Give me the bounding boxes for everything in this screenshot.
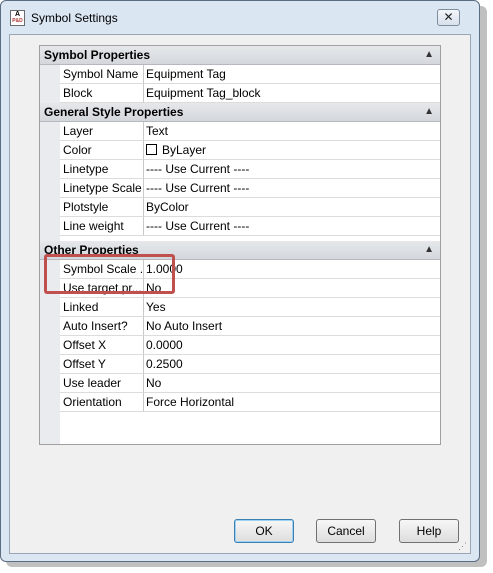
property-name: Color bbox=[60, 141, 144, 160]
dialog-body: Symbol Properties ▲ Symbol Name Equipmen… bbox=[9, 34, 471, 554]
collapse-icon[interactable]: ▲ bbox=[424, 49, 434, 60]
property-value[interactable]: No Auto Insert bbox=[144, 317, 440, 336]
property-name: Linetype Scale bbox=[60, 179, 144, 198]
property-value[interactable]: ByColor bbox=[144, 198, 440, 217]
section-title: Symbol Properties bbox=[44, 48, 151, 62]
highlight-annotation-box bbox=[44, 254, 175, 294]
property-value[interactable]: Force Horizontal bbox=[144, 393, 440, 412]
property-value[interactable]: No bbox=[144, 279, 440, 298]
property-name: Linked bbox=[60, 298, 144, 317]
property-value[interactable]: ---- Use Current ---- bbox=[144, 217, 440, 236]
property-row-line-weight[interactable]: Line weight ---- Use Current ---- bbox=[60, 217, 440, 236]
property-name: Use leader bbox=[60, 374, 144, 393]
ok-button[interactable]: OK bbox=[234, 519, 294, 543]
property-name: Plotstyle bbox=[60, 198, 144, 217]
property-row-linetype[interactable]: Linetype ---- Use Current ---- bbox=[60, 160, 440, 179]
property-name: Auto Insert? bbox=[60, 317, 144, 336]
close-button[interactable]: ✕ bbox=[437, 9, 460, 26]
property-name: Linetype bbox=[60, 160, 144, 179]
property-row-block[interactable]: Block Equipment Tag_block bbox=[60, 84, 440, 103]
property-value[interactable]: 1.0000 bbox=[144, 260, 440, 279]
property-value[interactable]: No bbox=[144, 374, 440, 393]
property-value[interactable]: ---- Use Current ---- bbox=[144, 179, 440, 198]
property-name: Line weight bbox=[60, 217, 144, 236]
property-name: Offset X bbox=[60, 336, 144, 355]
property-value[interactable]: Yes bbox=[144, 298, 440, 317]
app-icon: A P&D bbox=[10, 10, 25, 26]
resize-grip-icon[interactable]: ⋰ bbox=[458, 541, 468, 551]
property-value[interactable]: 0.2500 bbox=[144, 355, 440, 374]
property-value[interactable]: ---- Use Current ---- bbox=[144, 160, 440, 179]
property-row-linked[interactable]: Linked Yes bbox=[60, 298, 440, 317]
property-name: Layer bbox=[60, 122, 144, 141]
section-title: General Style Properties bbox=[44, 105, 184, 119]
cancel-button[interactable]: Cancel bbox=[316, 519, 376, 543]
property-value[interactable]: Text bbox=[144, 122, 440, 141]
property-grid: Symbol Properties ▲ Symbol Name Equipmen… bbox=[39, 45, 441, 445]
section-symbol-properties[interactable]: Symbol Properties ▲ bbox=[40, 46, 440, 65]
property-name: Block bbox=[60, 84, 144, 103]
property-row-color[interactable]: Color ByLayer bbox=[60, 141, 440, 160]
title-bar[interactable]: A P&D Symbol Settings ✕ bbox=[1, 1, 479, 35]
property-row-layer[interactable]: Layer Text bbox=[60, 122, 440, 141]
collapse-icon[interactable]: ▲ bbox=[424, 244, 434, 255]
property-row-linetype-scale[interactable]: Linetype Scale ---- Use Current ---- bbox=[60, 179, 440, 198]
property-row-auto-insert[interactable]: Auto Insert? No Auto Insert bbox=[60, 317, 440, 336]
property-row-plotstyle[interactable]: Plotstyle ByColor bbox=[60, 198, 440, 217]
property-value[interactable]: Equipment Tag bbox=[144, 65, 440, 84]
color-swatch-icon bbox=[146, 144, 157, 155]
property-name: Offset Y bbox=[60, 355, 144, 374]
section-general-style-properties[interactable]: General Style Properties ▲ bbox=[40, 103, 440, 122]
property-row-symbol-name[interactable]: Symbol Name Equipment Tag bbox=[60, 65, 440, 84]
property-value[interactable]: Equipment Tag_block bbox=[144, 84, 440, 103]
property-value[interactable]: ByLayer bbox=[144, 141, 440, 160]
property-row-offset-y[interactable]: Offset Y 0.2500 bbox=[60, 355, 440, 374]
property-name: Symbol Name bbox=[60, 65, 144, 84]
app-icon-sub: P&D bbox=[12, 18, 23, 24]
property-row-use-leader[interactable]: Use leader No bbox=[60, 374, 440, 393]
close-icon: ✕ bbox=[443, 10, 454, 24]
property-value[interactable]: 0.0000 bbox=[144, 336, 440, 355]
color-value: ByLayer bbox=[162, 143, 207, 157]
property-row-offset-x[interactable]: Offset X 0.0000 bbox=[60, 336, 440, 355]
property-name: Orientation bbox=[60, 393, 144, 412]
collapse-icon[interactable]: ▲ bbox=[424, 106, 434, 117]
window-title: Symbol Settings bbox=[31, 11, 118, 25]
help-button[interactable]: Help bbox=[399, 519, 459, 543]
property-row-orientation[interactable]: Orientation Force Horizontal bbox=[60, 393, 440, 412]
